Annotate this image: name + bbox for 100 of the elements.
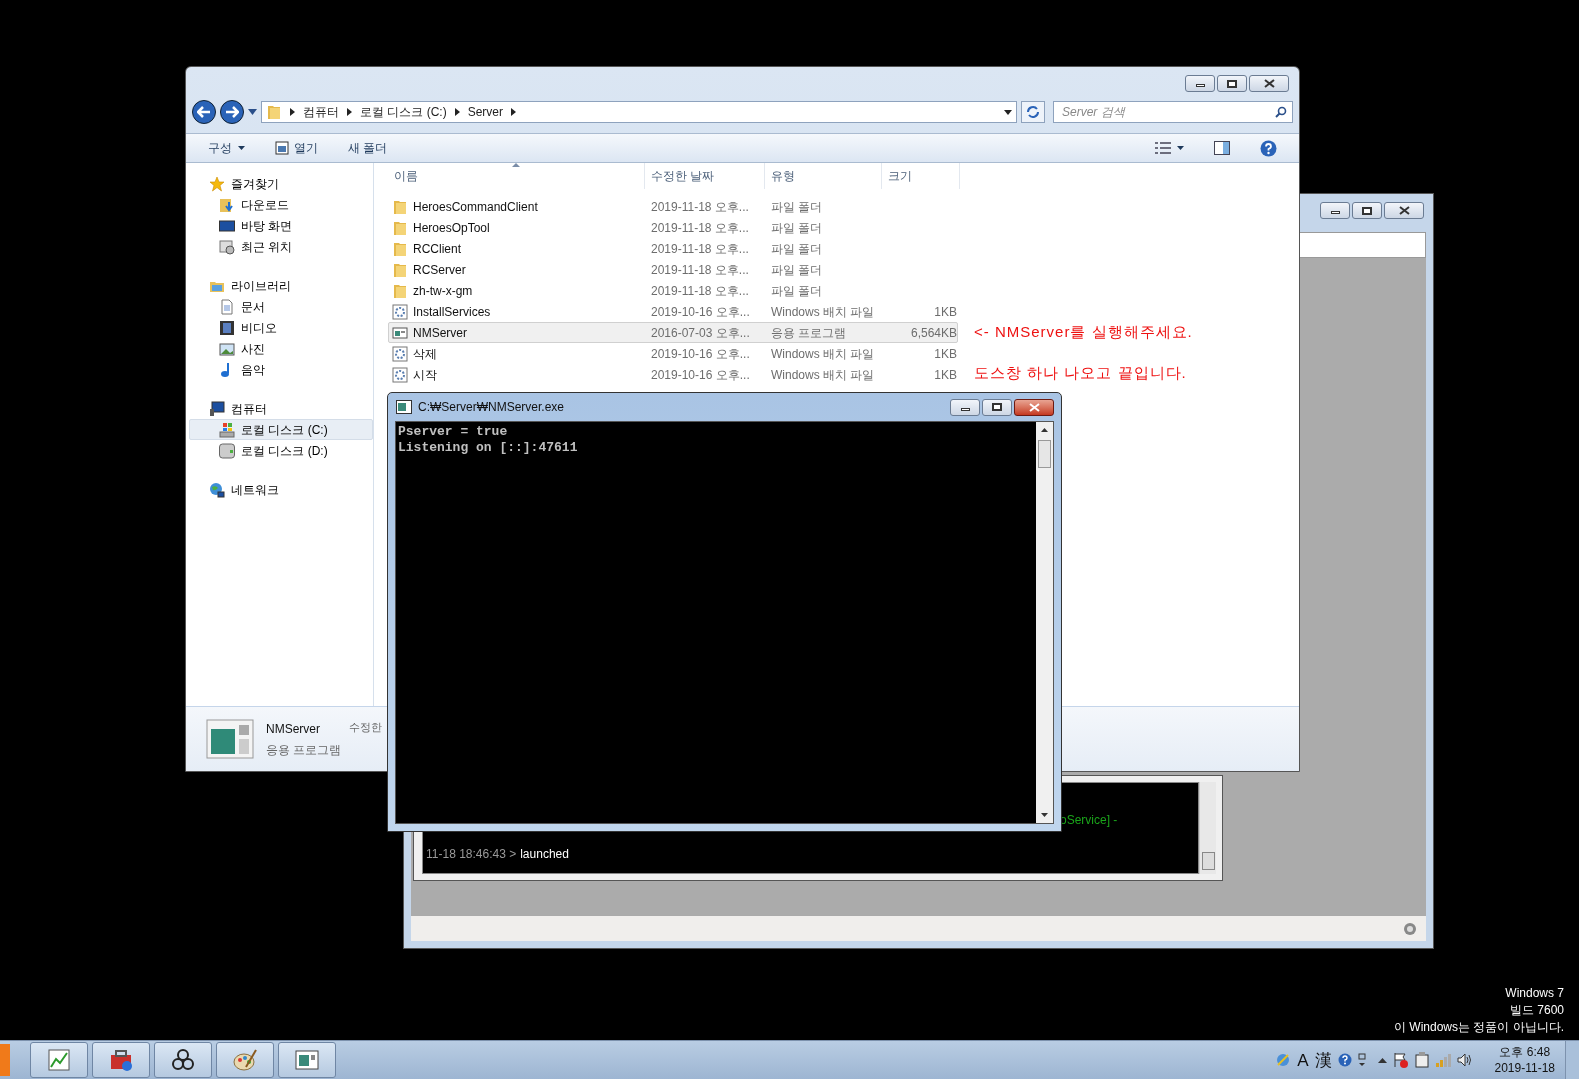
desktop-notice-text: 이 Windows는 정품이 아닙니다. <box>1394 1019 1564 1036</box>
minimize-button[interactable] <box>1320 202 1350 219</box>
nav-item[interactable]: 음악 <box>189 359 373 380</box>
file-row[interactable]: zh-tw-x-gm 2019-11-18 오후... 파일 폴더 <box>388 280 958 301</box>
scrollbar-thumb[interactable] <box>1038 440 1051 468</box>
file-name: HeroesCommandClient <box>413 198 538 216</box>
details-type: 응용 프로그램 <box>266 741 342 759</box>
minimize-icon <box>960 407 970 411</box>
desktop-notice-text: 빌드 7600 <box>1509 1002 1564 1019</box>
search-icon <box>1275 106 1287 118</box>
folder-icon <box>392 282 408 299</box>
preview-pane-icon[interactable] <box>1214 141 1230 155</box>
scrollbar[interactable] <box>1036 422 1053 823</box>
app-window-icon <box>294 1047 320 1073</box>
nav-item[interactable]: 바탕 화면 <box>189 215 373 236</box>
refresh-icon <box>1026 105 1040 119</box>
file-name: RCServer <box>413 261 466 279</box>
scroll-down-icon <box>1041 813 1048 817</box>
new-folder-button[interactable]: 새 폴더 <box>348 139 388 157</box>
file-row[interactable]: RCServer 2019-11-18 오후... 파일 폴더 <box>388 259 958 280</box>
dropdown-icon[interactable] <box>1004 109 1012 115</box>
file-date: 2019-11-18 오후... <box>650 261 750 279</box>
show-hidden-icons[interactable] <box>1377 1057 1387 1063</box>
file-type: 파일 폴더 <box>770 198 824 216</box>
file-row[interactable]: NMServer 2016-07-03 오후... 응용 프로그램 6,564KB <box>388 322 958 343</box>
minimize-button[interactable] <box>1185 75 1215 92</box>
log-text: oService] - <box>1060 812 1118 829</box>
file-type: 파일 폴더 <box>770 282 824 300</box>
window-title: C:₩Server₩NMServer.exe <box>418 399 565 416</box>
maximize-button[interactable] <box>982 398 1012 416</box>
back-button[interactable] <box>192 100 216 124</box>
scrollbar[interactable] <box>1199 782 1216 874</box>
nav-item[interactable]: 사진 <box>189 338 373 359</box>
action-center-icon[interactable] <box>1392 1052 1409 1068</box>
ime-mode-button[interactable]: 漢 <box>1314 1051 1332 1069</box>
console-line: Listening on [::]:47611 <box>398 440 579 456</box>
breadcrumb-item[interactable]: 로컬 디스크 (C:) <box>360 103 447 121</box>
file-name: RCClient <box>413 240 461 258</box>
file-row[interactable]: 삭제 2019-10-16 오후... Windows 배치 파일 1KB <box>388 343 958 364</box>
file-row[interactable]: HeroesOpTool 2019-11-18 오후... 파일 폴더 <box>388 217 958 238</box>
file-date: 2019-11-18 오후... <box>650 282 750 300</box>
options-icon[interactable] <box>1357 1053 1366 1067</box>
maximize-button[interactable] <box>1352 202 1382 219</box>
help-icon[interactable] <box>1337 1053 1352 1067</box>
nav-item[interactable]: 라이브러리 <box>189 275 373 296</box>
close-button[interactable] <box>1014 398 1054 416</box>
nav-item[interactable]: 문서 <box>189 296 373 317</box>
address-bar[interactable]: 컴퓨터 로컬 디스크 (C:) Server <box>261 101 1017 123</box>
view-options-button[interactable] <box>1155 142 1184 154</box>
nav-item[interactable]: 네트워크 <box>189 479 373 500</box>
chevron-icon[interactable] <box>511 108 516 116</box>
chevron-icon[interactable] <box>347 108 352 116</box>
file-size: 1KB <box>934 303 957 321</box>
help-icon[interactable] <box>1260 139 1277 157</box>
column-header[interactable]: 이름 <box>388 163 645 189</box>
file-row[interactable]: InstallServices 2019-10-16 오후... Windows 배치 파일 1KB <box>388 301 958 322</box>
nav-item[interactable]: 다운로드 <box>189 194 373 215</box>
scrollbar-thumb[interactable] <box>1201 852 1215 870</box>
nav-item[interactable]: 로컬 디스크 (D:) <box>189 440 373 461</box>
nav-item[interactable]: 최근 위치 <box>189 236 373 257</box>
refresh-button[interactable] <box>1021 101 1045 123</box>
speaker-icon[interactable] <box>1456 1053 1473 1067</box>
chevron-icon[interactable] <box>290 108 295 116</box>
column-header[interactable]: 크기 <box>882 163 960 189</box>
search-field[interactable]: Server 검색 <box>1053 101 1293 123</box>
nav-item[interactable]: 비디오 <box>189 317 373 338</box>
column-header[interactable]: 수정한 날짜 <box>645 163 765 189</box>
list-view-icon <box>1155 142 1171 154</box>
computer-icon <box>209 400 225 417</box>
maximize-icon <box>1227 79 1237 88</box>
batch-file-icon <box>392 366 408 383</box>
taskbar-button[interactable] <box>154 1042 212 1078</box>
dropdown-icon[interactable] <box>248 109 257 115</box>
open-button[interactable]: 열기 <box>275 139 318 157</box>
file-row[interactable]: 시작 2019-10-16 오후... Windows 배치 파일 1KB <box>388 364 958 385</box>
nav-item[interactable]: 로컬 디스크 (C:) <box>189 419 373 440</box>
file-name: NMServer <box>413 324 467 342</box>
breadcrumb-item[interactable]: Server <box>467 103 503 121</box>
nav-item[interactable]: 컴퓨터 <box>189 398 373 419</box>
recent-places-icon <box>219 238 235 255</box>
close-button[interactable] <box>1249 75 1289 92</box>
maximize-button[interactable] <box>1217 75 1247 92</box>
windows-drive-icon <box>219 421 235 438</box>
forward-button[interactable] <box>220 100 244 124</box>
device-icon[interactable] <box>1414 1052 1429 1068</box>
ime-mode-button[interactable]: A <box>1297 1051 1309 1069</box>
taskbar-button[interactable] <box>92 1042 150 1078</box>
column-header[interactable]: 유형 <box>765 163 882 189</box>
nav-item[interactable]: 즐겨찾기 <box>189 173 373 194</box>
file-row[interactable]: HeroesCommandClient 2019-11-18 오후... 파일 폴더 <box>388 196 958 217</box>
annotation-text: 도스창 하나 나오고 끝입니다. <box>974 362 1188 383</box>
organize-menu[interactable]: 구성 <box>208 139 245 157</box>
minimize-button[interactable] <box>950 398 980 416</box>
log-timestamp: 11-18 18:46:43 > <box>426 846 517 863</box>
clock[interactable]: 오후 6:48 2019-11-18 <box>1494 1044 1555 1076</box>
file-row[interactable]: RCClient 2019-11-18 오후... 파일 폴더 <box>388 238 958 259</box>
chevron-icon[interactable] <box>454 108 460 116</box>
minimize-icon <box>1195 84 1205 87</box>
close-button[interactable] <box>1384 202 1424 219</box>
breadcrumb-item[interactable]: 컴퓨터 <box>303 103 339 121</box>
